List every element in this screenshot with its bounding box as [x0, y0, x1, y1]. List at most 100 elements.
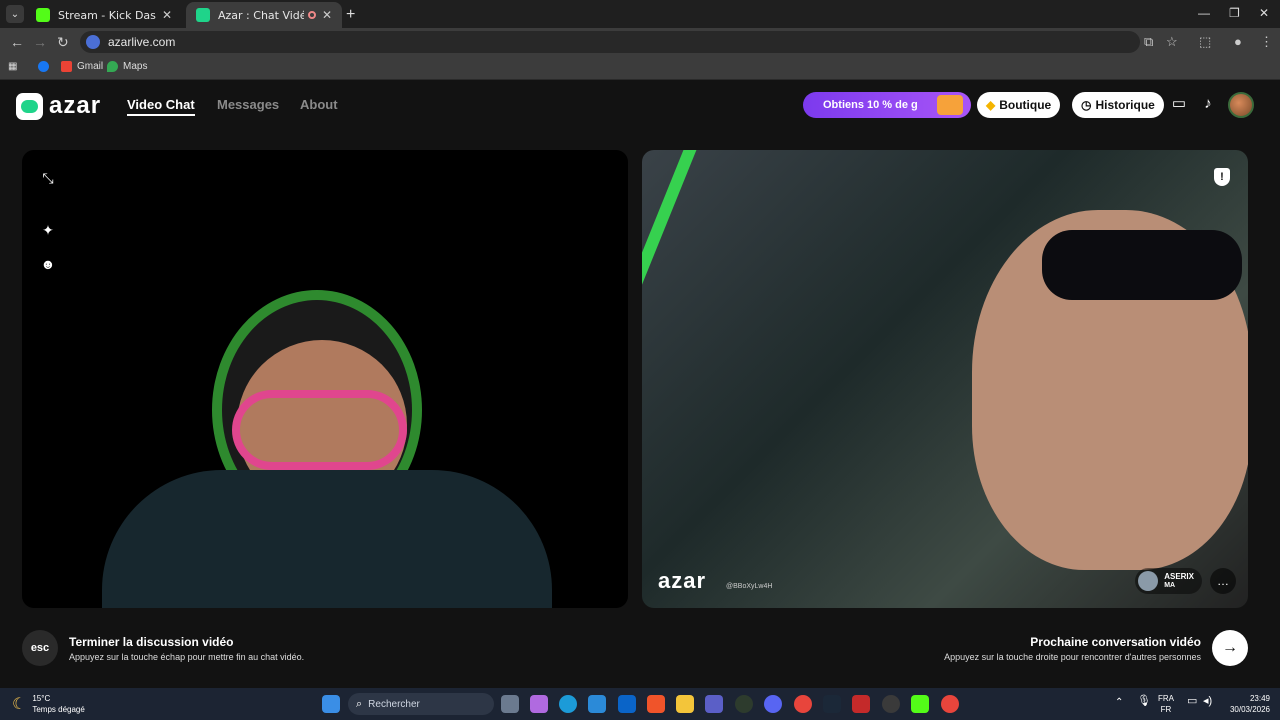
next-chat-subtitle: Appuyez sur la touche droite pour rencon… [944, 652, 1201, 662]
brave-icon[interactable] [647, 695, 665, 713]
forward-button[interactable]: → [33, 34, 47, 50]
kick-icon[interactable] [911, 695, 929, 713]
search-placeholder: Rechercher [368, 698, 420, 710]
close-window-button[interactable]: ✕ [1259, 6, 1269, 20]
bell-icon[interactable]: ♪ [1199, 95, 1217, 113]
green-headset-cable [642, 150, 704, 596]
task-view-icon[interactable] [501, 695, 519, 713]
maps-icon [107, 61, 118, 72]
weather-widget[interactable]: ☾ 15°C Temps dégagé [12, 693, 85, 715]
chrome-icon[interactable] [794, 695, 812, 713]
next-chat-title: Prochaine conversation vidéo [1030, 635, 1201, 649]
language-indicator[interactable]: FRA FR [1158, 693, 1174, 715]
boutique-label: Boutique [999, 98, 1052, 112]
minimize-video-icon[interactable]: ⤡ [40, 170, 56, 186]
bookmark-facebook[interactable] [38, 61, 54, 72]
edge-icon[interactable] [559, 695, 577, 713]
minimize-button[interactable]: — [1198, 6, 1210, 20]
sticker-icon[interactable]: ☻ [40, 256, 56, 272]
chrome-profile-icon[interactable] [941, 695, 959, 713]
weather-desc: Temps dégagé [32, 705, 85, 714]
azar-logo-text: azar [49, 92, 102, 119]
chat-bubble-icon[interactable]: … [1210, 568, 1236, 594]
boutique-button[interactable]: ◆ Boutique [977, 92, 1061, 118]
browser-toolbar: ← → ↻ azarlive.com ⧉ ☆ ⬚ ● ⋮ [0, 28, 1280, 56]
bookmark-gmail[interactable]: Gmail [61, 61, 103, 72]
azar-watermark: azar [658, 568, 707, 593]
extensions-icon[interactable]: ⬚ [1199, 34, 1211, 50]
close-tab-icon[interactable]: ✕ [322, 8, 332, 22]
steam-icon[interactable] [823, 695, 841, 713]
partner-profile[interactable]: ASERIX MA [1135, 568, 1202, 594]
site-info-icon[interactable] [86, 35, 100, 49]
outlook-icon[interactable] [618, 695, 636, 713]
start-button[interactable] [322, 695, 340, 713]
bookmark-star-icon[interactable]: ☆ [1166, 34, 1178, 50]
esc-button[interactable]: esc [22, 630, 58, 666]
menu-dots-icon[interactable]: ⋮ [1260, 34, 1273, 50]
app-red-icon[interactable] [852, 695, 870, 713]
self-video: ⤡ ✦ ☻ [22, 150, 628, 608]
bookmarks-bar: ▦ Gmail Maps [0, 56, 1280, 80]
tab-title: Stream - Kick Dashboard [58, 8, 156, 22]
watermark-id: @BBoXyLw4H [726, 583, 773, 590]
cast-icon[interactable]: ⧉ [1144, 34, 1153, 50]
profile-icon[interactable]: ● [1234, 34, 1242, 49]
apps-grid-icon[interactable]: ▦ [8, 61, 17, 72]
tab-search-button[interactable]: ⌄ [6, 5, 24, 23]
tab-strip: ⌄ Stream - Kick Dashboard ✕ Azar : Chat … [0, 0, 1280, 28]
promo-text: Obtiens 10 % de g [823, 99, 918, 111]
diamond-icon: ◆ [986, 98, 996, 112]
new-tab-button[interactable]: + [346, 6, 355, 24]
bookmark-maps[interactable]: Maps [107, 61, 147, 72]
close-tab-icon[interactable]: ✕ [162, 8, 172, 22]
xbox-icon[interactable] [735, 695, 753, 713]
file-explorer-icon[interactable] [676, 695, 694, 713]
tab-title: Azar : Chat Vidéo avec de n [218, 8, 304, 22]
address-bar[interactable]: azarlive.com [80, 31, 1140, 53]
partner-avatar [1138, 571, 1159, 591]
volume-icon[interactable]: ◂) [1203, 696, 1212, 707]
historique-button[interactable]: ◷ Historique [1072, 92, 1164, 118]
tray-overflow-icon[interactable]: ⌃ [1115, 697, 1123, 708]
hoodie-shape [102, 470, 552, 608]
weather-temp: 15°C [32, 694, 51, 703]
nav-messages[interactable]: Messages [217, 97, 279, 112]
bookmark-label: Maps [123, 61, 148, 72]
copilot-icon[interactable] [530, 695, 548, 713]
discord-icon[interactable] [764, 695, 782, 713]
tab-kick-dashboard[interactable]: Stream - Kick Dashboard ✕ [26, 2, 182, 28]
obs-icon[interactable] [882, 695, 900, 713]
effects-wand-icon[interactable]: ✦ [40, 222, 56, 238]
sunglasses-shape [1042, 230, 1242, 300]
nav-about[interactable]: About [300, 97, 338, 112]
report-shield-icon[interactable]: ! [1214, 168, 1230, 186]
microphone-icon[interactable]: 🎙 [1137, 696, 1151, 707]
clock-icon: ◷ [1081, 98, 1092, 112]
network-icon[interactable]: ▭ [1187, 696, 1197, 707]
restore-button[interactable]: ❐ [1229, 6, 1240, 20]
clock[interactable]: 23:49 30/03/2026 [1226, 693, 1270, 715]
store-icon[interactable] [588, 695, 606, 713]
promo-banner[interactable]: Obtiens 10 % de g [803, 92, 971, 118]
gmail-icon [61, 61, 72, 72]
reload-button[interactable]: ↻ [57, 34, 69, 51]
url-text: azarlive.com [108, 35, 176, 49]
partner-video: ! azar @BBoXyLw4H ASERIX MA … [642, 150, 1248, 608]
bookmark-label: Gmail [77, 61, 104, 72]
end-chat-title: Terminer la discussion vidéo [69, 635, 234, 649]
taskbar-search[interactable]: ⌕ Rechercher [348, 693, 494, 715]
nav-video-chat[interactable]: Video Chat [127, 97, 195, 116]
back-button[interactable]: ← [10, 34, 24, 50]
taskbar: ☾ 15°C Temps dégagé ⌕ Rechercher ⌃ 🎙 FRA… [0, 688, 1280, 720]
tab-azar[interactable]: Azar : Chat Vidéo avec de n ✕ [186, 2, 342, 28]
teams-icon[interactable] [705, 695, 723, 713]
clock-time: 23:49 [1249, 694, 1270, 703]
user-avatar[interactable] [1228, 92, 1254, 118]
azar-logo[interactable]: azar [16, 92, 101, 120]
inbox-icon[interactable]: ▭ [1170, 95, 1188, 113]
azar-favicon-icon [196, 8, 210, 22]
gift-icon [937, 95, 963, 115]
next-button[interactable]: → [1212, 630, 1248, 666]
lang-bottom: FR [1160, 705, 1172, 714]
